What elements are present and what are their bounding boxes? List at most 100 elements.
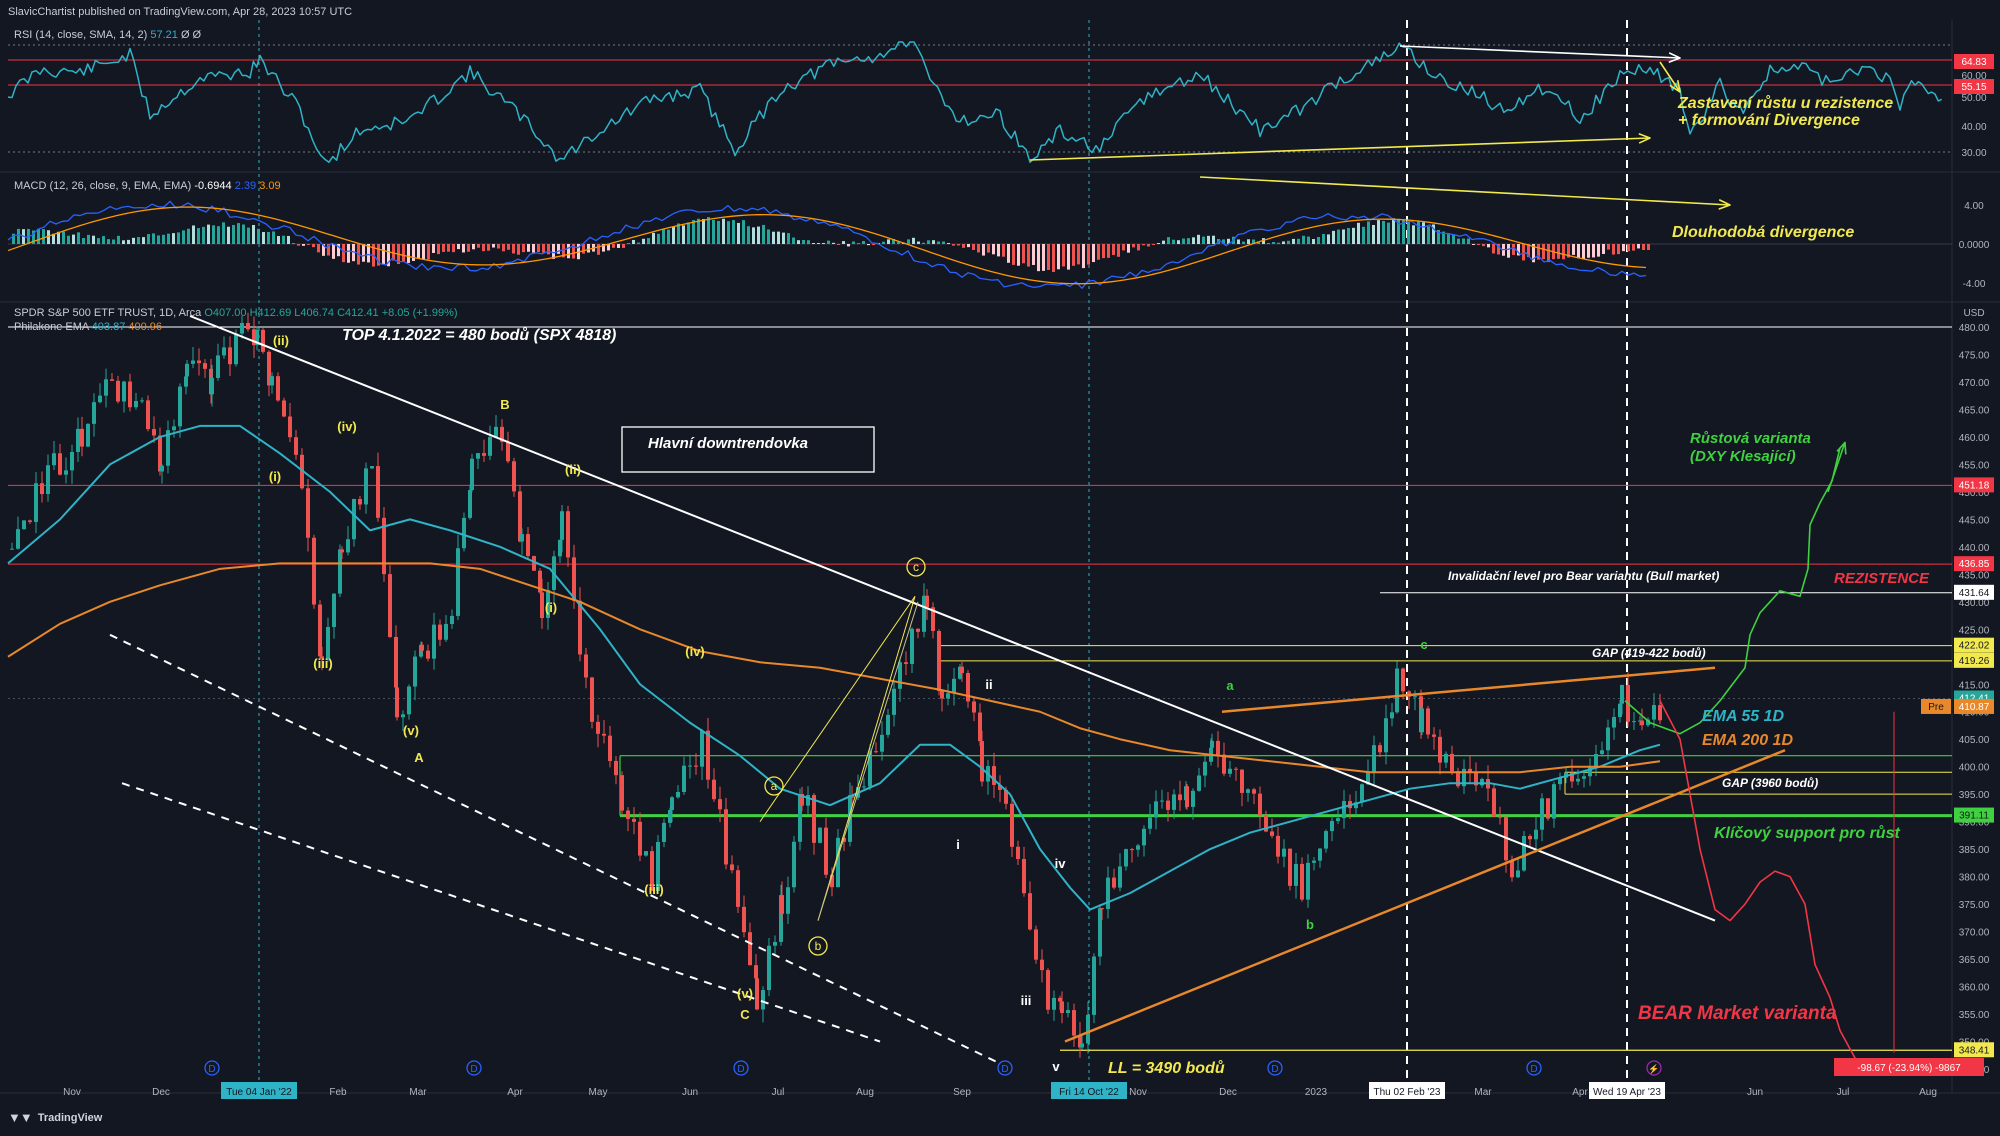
macd-histogram-bar	[1452, 234, 1455, 244]
macd-histogram-bar	[1062, 244, 1065, 267]
macd-histogram-bar	[567, 244, 570, 259]
candle-body	[670, 797, 674, 811]
chart-canvas[interactable]: Zastavení růstu u rezistence+ formování …	[0, 0, 2000, 1131]
time-axis-label: Jul	[772, 1087, 785, 1098]
lightning-icon: ⚡	[1648, 1063, 1659, 1075]
candle-body	[318, 604, 322, 657]
macd-histogram-bar	[947, 242, 950, 244]
wave-label: (iv)	[685, 644, 705, 659]
macd-histogram-bar	[312, 244, 315, 248]
candle-body	[1142, 828, 1146, 846]
wave-label: (ii)	[565, 462, 581, 477]
candle-body	[1395, 668, 1399, 713]
macd-histogram-bar	[557, 244, 560, 254]
macd-histogram-bar	[437, 244, 440, 255]
candle-body	[140, 400, 144, 402]
macd-histogram-bar	[382, 244, 385, 264]
candle-body	[92, 402, 96, 424]
dividend-marker-label: D	[737, 1064, 744, 1075]
macd-histogram-bar	[847, 244, 850, 247]
macd-histogram-bar	[1177, 240, 1180, 244]
macd-histogram-bar	[737, 222, 740, 244]
candle-body	[898, 662, 902, 689]
price-axis-tick: 370.00	[1959, 928, 1990, 939]
candle-body	[1606, 727, 1610, 751]
candle-body	[566, 511, 570, 558]
macd-histogram-bar	[247, 227, 250, 244]
lower-channel-line-1	[109, 633, 1001, 1065]
time-axis-label: Aug	[1919, 1087, 1937, 1098]
price-label-row[interactable]: SPDR S&P 500 ETF TRUST, 1D, Arca O407.00…	[14, 307, 458, 319]
candle-body	[352, 498, 356, 540]
candle-body	[1420, 708, 1424, 733]
candle-body	[413, 656, 417, 687]
candle-body	[40, 483, 44, 495]
candle-body	[1576, 778, 1580, 782]
candle-body	[146, 400, 150, 430]
macd-histogram-bar	[1382, 220, 1385, 244]
candle-body	[210, 377, 214, 395]
candle-body	[1172, 794, 1176, 810]
candle-body	[326, 626, 330, 659]
macd-histogram-bar	[742, 220, 745, 244]
macd-value-line: 2.39	[234, 180, 257, 192]
candle-body	[346, 539, 350, 553]
macd-histogram-bar	[137, 237, 140, 244]
macd-histogram-bar	[1547, 244, 1550, 263]
macd-histogram-bar	[72, 234, 75, 244]
macd-histogram-bar	[1342, 229, 1345, 244]
wave-label: (i)	[269, 469, 281, 484]
price-axis-tick: 415.00	[1959, 680, 1990, 691]
macd-histogram-bar	[1147, 244, 1150, 247]
candle-body	[456, 548, 460, 616]
candle-body	[1148, 817, 1152, 829]
candle-body	[1306, 862, 1310, 900]
candle-body	[1178, 794, 1182, 801]
time-axis-label: Feb	[329, 1087, 347, 1098]
macd-histogram-bar	[1282, 241, 1285, 244]
tradingview-watermark[interactable]: ▼▼ TradingView	[8, 1110, 102, 1125]
price-axis-tick: 455.00	[1959, 460, 1990, 471]
downtrend-label: Hlavní downtrendovka	[648, 435, 808, 452]
macd-histogram-bar	[1082, 244, 1085, 269]
rsi-divergence-top-arrow	[1399, 45, 1681, 59]
macd-histogram-bar	[402, 244, 405, 262]
candle-body	[340, 549, 344, 553]
macd-histogram-bar	[167, 233, 170, 244]
macd-label-row[interactable]: MACD (12, 26, close, 9, EMA, EMA) -0.694…	[14, 180, 281, 192]
rsi-label-row[interactable]: RSI (14, close, SMA, 14, 2) 57.21 Ø Ø	[14, 29, 201, 41]
price-axis-tick: 425.00	[1959, 625, 1990, 636]
candle-body	[1300, 863, 1304, 900]
macd-histogram-bar	[517, 244, 520, 255]
candle-body	[1258, 793, 1262, 816]
macd-histogram-bar	[407, 244, 410, 263]
macd-histogram-bar	[1642, 244, 1645, 250]
candle-body	[288, 416, 292, 438]
candle-body	[1072, 1010, 1076, 1036]
level-badge-text: 410.87	[1959, 702, 1990, 713]
macd-histogram-bar	[1472, 244, 1475, 245]
time-axis-label: Mar	[1474, 1087, 1492, 1098]
macd-histogram-bar	[412, 244, 415, 261]
candle-body	[596, 721, 600, 734]
wave-circle-c: c	[913, 560, 919, 574]
macd-histogram-bar	[862, 241, 865, 244]
wave-label: B	[500, 397, 509, 412]
candle-body	[28, 520, 32, 522]
candle-body	[590, 677, 594, 722]
candle-body	[216, 355, 220, 378]
invalidation-annotation: Invalidační level pro Bear variantu (Bul…	[1448, 569, 1719, 583]
macd-histogram-bar	[82, 238, 85, 244]
candle-body	[128, 381, 132, 408]
candle-body	[578, 600, 582, 655]
macd-histogram-bar	[907, 239, 910, 244]
ema-label-row[interactable]: Philakone EMA 403.87 400.96	[14, 321, 162, 333]
candle-body	[1498, 816, 1502, 818]
candle-body	[960, 666, 964, 673]
macd-histogram-bar	[207, 224, 210, 244]
macd-histogram-bar	[812, 243, 815, 244]
wave-label: c	[1420, 637, 1427, 652]
macd-histogram-bar	[712, 219, 715, 244]
macd-histogram-bar	[442, 244, 445, 252]
candle-body	[812, 795, 816, 843]
